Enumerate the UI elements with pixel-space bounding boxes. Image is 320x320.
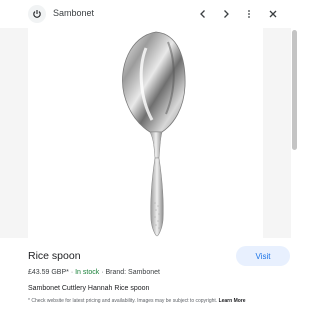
scrollbar-thumb[interactable]: [292, 30, 297, 150]
image-preview-panel: Sambonet Rice spoon Visit £43.59 GBP* · …: [0, 0, 320, 320]
product-title[interactable]: Rice spoon: [28, 250, 81, 262]
close-icon: [269, 10, 277, 18]
previous-button[interactable]: [195, 6, 211, 22]
next-button[interactable]: [218, 6, 234, 22]
chevron-right-icon: [224, 10, 229, 18]
stock-status: In stock: [75, 269, 100, 276]
right-margin: [299, 0, 320, 320]
source-name[interactable]: Sambonet: [53, 8, 94, 18]
image-side-panel-left: [0, 28, 28, 238]
price: £43.59 GBP*: [28, 269, 69, 276]
visit-button[interactable]: Visit: [236, 246, 290, 266]
brand: Brand: Sambonet: [105, 269, 160, 276]
preview-header: Sambonet: [0, 0, 320, 28]
source-favicon-button[interactable]: [28, 5, 46, 23]
product-image[interactable]: [28, 28, 290, 238]
disclaimer-text: * Check website for latest pricing and a…: [28, 298, 218, 304]
power-icon: [33, 10, 41, 18]
product-description: Sambonet Cuttlery Hannah Rice spoon: [28, 285, 150, 292]
chevron-left-icon: [200, 10, 205, 18]
disclaimer: * Check website for latest pricing and a…: [28, 297, 278, 305]
image-side-panel-right: [263, 28, 291, 238]
more-vert-icon: [248, 10, 250, 18]
spoon-image: [122, 31, 186, 237]
product-meta: £43.59 GBP* · In stock · Brand: Sambonet: [28, 269, 160, 276]
more-options-button[interactable]: [241, 6, 257, 22]
learn-more-link[interactable]: Learn More: [219, 298, 246, 304]
close-button[interactable]: [265, 6, 281, 22]
